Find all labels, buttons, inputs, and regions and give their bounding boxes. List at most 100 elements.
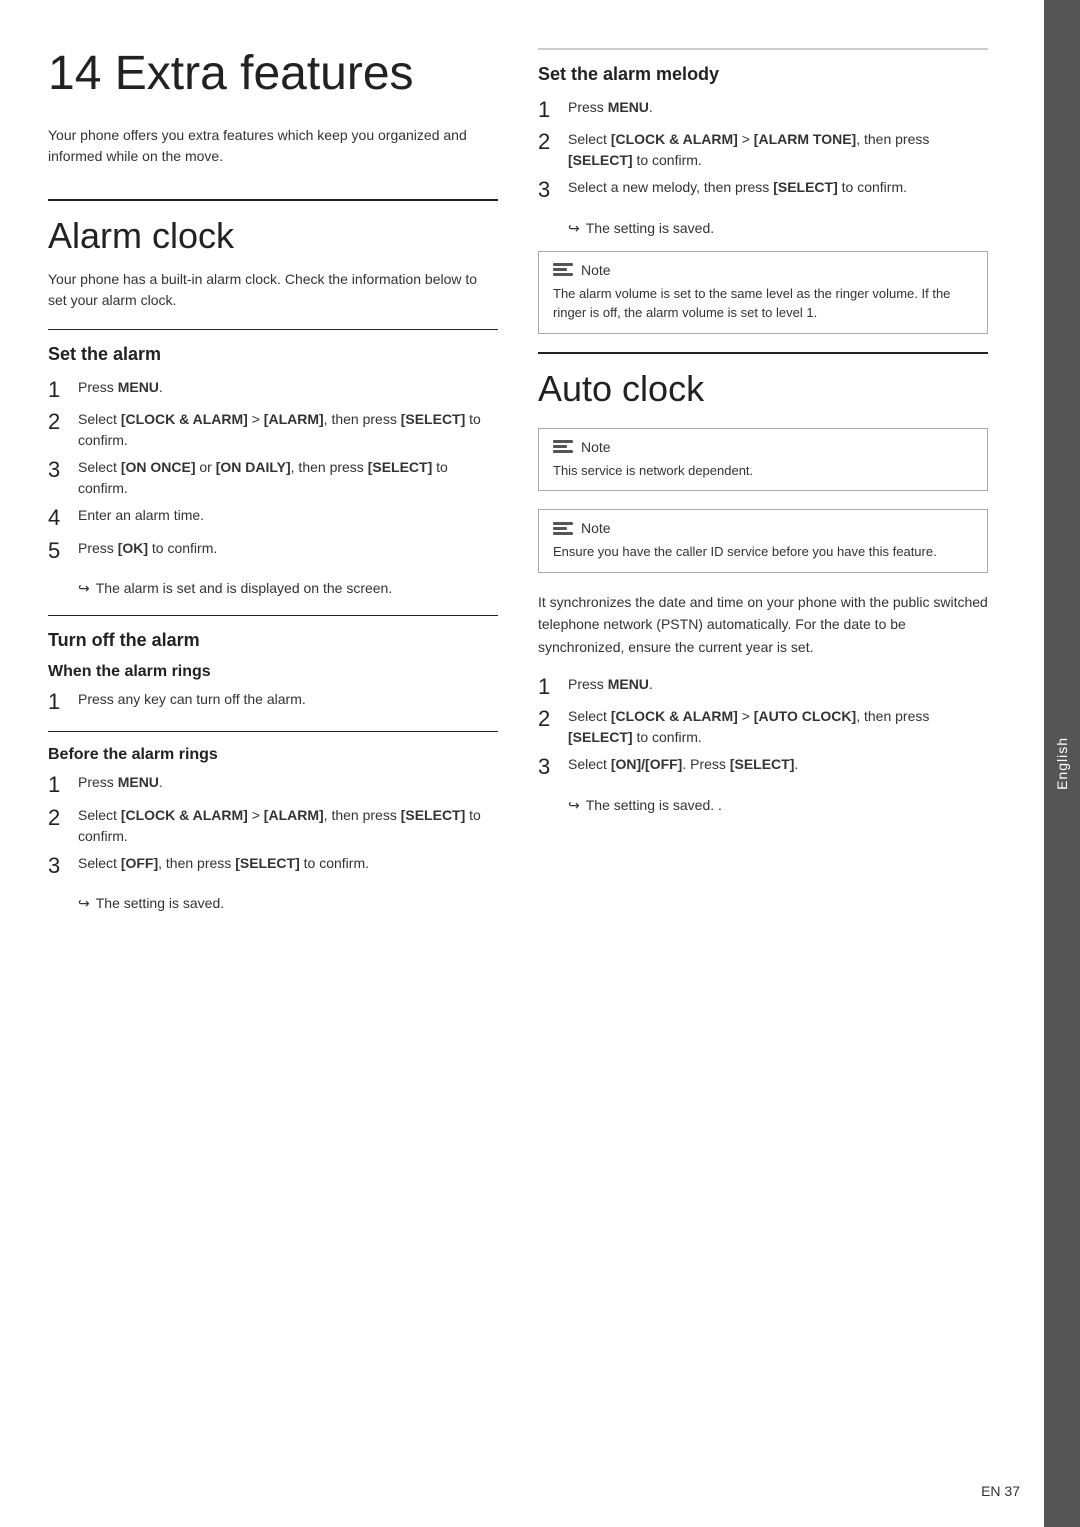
note-icon-bar — [553, 527, 567, 530]
alarm-clock-intro: Your phone has a built-in alarm clock. C… — [48, 269, 498, 311]
divider-set-alarm — [48, 329, 498, 330]
set-alarm-melody-heading: Set the alarm melody — [538, 64, 988, 85]
step-item: 3 Select [ON ONCE] or [ON DAILY], then p… — [48, 457, 498, 499]
step-text: Press MENU. — [568, 674, 988, 695]
step-number: 1 — [48, 772, 68, 798]
before-alarm-rings-steps: 1 Press MENU. 2 Select [CLOCK & ALARM] >… — [48, 772, 498, 879]
note-header: Note — [553, 520, 973, 536]
step-item: 2 Select [CLOCK & ALARM] > [ALARM TONE],… — [538, 129, 988, 171]
step-number: 3 — [538, 177, 558, 203]
note-icon-bar — [553, 532, 573, 535]
set-alarm-result: ↪ The alarm is set and is displayed on t… — [78, 580, 498, 597]
page-footer: EN 37 — [981, 1483, 1020, 1499]
chapter-title-text: Extra features — [115, 47, 414, 100]
arrow-icon: ↪ — [78, 580, 90, 597]
arrow-icon: ↪ — [568, 220, 580, 237]
step-item: 1 Press MENU. — [538, 674, 988, 700]
step-number: 4 — [48, 505, 68, 531]
result-text: The setting is saved. — [96, 895, 224, 911]
result-text: The setting is saved. — [586, 220, 714, 236]
set-alarm-melody-steps: 1 Press MENU. 2 Select [CLOCK & ALARM] >… — [538, 97, 988, 204]
auto-clock-note1-box: Note This service is network dependent. — [538, 428, 988, 492]
note-icon-bar — [553, 263, 573, 266]
note-text: This service is network dependent. — [553, 461, 973, 481]
step-number: 2 — [48, 805, 68, 831]
step-item: 5 Press [OK] to confirm. — [48, 538, 498, 564]
step-number: 2 — [538, 706, 558, 732]
arrow-icon: ↪ — [568, 797, 580, 814]
when-alarm-rings-heading: When the alarm rings — [48, 663, 498, 681]
before-alarm-rings-heading: Before the alarm rings — [48, 746, 498, 764]
step-item: 4 Enter an alarm time. — [48, 505, 498, 531]
step-text: Press MENU. — [568, 97, 988, 118]
melody-result: ↪ The setting is saved. — [568, 220, 988, 237]
step-item: 1 Press MENU. — [48, 377, 498, 403]
step-text: Press [OK] to confirm. — [78, 538, 498, 559]
step-item: 1 Press any key can turn off the alarm. — [48, 689, 498, 715]
step-text: Select [CLOCK & ALARM] > [ALARM], then p… — [78, 409, 498, 451]
auto-clock-body: It synchronizes the date and time on you… — [538, 591, 988, 658]
step-text: Select [CLOCK & ALARM] > [AUTO CLOCK], t… — [568, 706, 988, 748]
chapter-number: 14 — [48, 47, 101, 100]
result-text: The setting is saved. . — [586, 797, 722, 813]
alarm-clock-title: Alarm clock — [48, 199, 498, 257]
arrow-icon: ↪ — [78, 895, 90, 912]
when-alarm-rings-steps: 1 Press any key can turn off the alarm. — [48, 689, 498, 715]
right-column: Set the alarm melody 1 Press MENU. 2 Sel… — [538, 48, 988, 912]
step-text: Select a new melody, then press [SELECT]… — [568, 177, 988, 198]
turn-off-heading: Turn off the alarm — [48, 630, 498, 651]
side-tab: English — [1044, 0, 1080, 1527]
result-text: The alarm is set and is displayed on the… — [96, 580, 393, 596]
note-icon-bar — [553, 522, 573, 525]
step-text: Select [ON]/[OFF]. Press [SELECT]. — [568, 754, 988, 775]
note-text: The alarm volume is set to the same leve… — [553, 284, 973, 323]
note-label: Note — [581, 439, 611, 455]
main-content: 14 Extra features Your phone offers you … — [0, 0, 1044, 960]
step-number: 5 — [48, 538, 68, 564]
chapter-title: 14 Extra features — [48, 48, 498, 101]
note-icon-bar — [553, 450, 573, 453]
step-number: 1 — [48, 689, 68, 715]
note-icon-bar — [553, 268, 567, 271]
step-text: Press MENU. — [78, 377, 498, 398]
note-label: Note — [581, 520, 611, 536]
step-number: 3 — [48, 457, 68, 483]
step-text: Select [CLOCK & ALARM] > [ALARM], then p… — [78, 805, 498, 847]
step-text: Select [ON ONCE] or [ON DAILY], then pre… — [78, 457, 498, 499]
note-icon-bar — [553, 273, 573, 276]
set-alarm-heading: Set the alarm — [48, 344, 498, 365]
auto-clock-steps: 1 Press MENU. 2 Select [CLOCK & ALARM] >… — [538, 674, 988, 781]
step-item: 3 Select [ON]/[OFF]. Press [SELECT]. — [538, 754, 988, 780]
alarm-volume-note-box: Note The alarm volume is set to the same… — [538, 251, 988, 334]
divider-before-rings — [48, 731, 498, 732]
note-header: Note — [553, 439, 973, 455]
step-item: 1 Press MENU. — [538, 97, 988, 123]
note-label: Note — [581, 262, 611, 278]
left-column: 14 Extra features Your phone offers you … — [48, 48, 498, 912]
step-item: 3 Select a new melody, then press [SELEC… — [538, 177, 988, 203]
step-number: 2 — [538, 129, 558, 155]
note-icon-bar — [553, 440, 573, 443]
note-icon — [553, 440, 573, 453]
divider-turn-off — [48, 615, 498, 616]
step-item: 3 Select [OFF], then press [SELECT] to c… — [48, 853, 498, 879]
step-item: 1 Press MENU. — [48, 772, 498, 798]
step-number: 3 — [48, 853, 68, 879]
step-number: 1 — [48, 377, 68, 403]
step-item: 2 Select [CLOCK & ALARM] > [ALARM], then… — [48, 409, 498, 451]
chapter-intro: Your phone offers you extra features whi… — [48, 125, 498, 167]
step-text: Press MENU. — [78, 772, 498, 793]
page-number: EN 37 — [981, 1483, 1020, 1499]
note-icon — [553, 263, 573, 276]
step-text: Select [OFF], then press [SELECT] to con… — [78, 853, 498, 874]
before-alarm-result: ↪ The setting is saved. — [78, 895, 498, 912]
set-alarm-steps: 1 Press MENU. 2 Select [CLOCK & ALARM] >… — [48, 377, 498, 564]
step-text: Select [CLOCK & ALARM] > [ALARM TONE], t… — [568, 129, 988, 171]
auto-clock-result: ↪ The setting is saved. . — [568, 797, 988, 814]
right-column-top-divider — [538, 48, 988, 50]
step-text: Press any key can turn off the alarm. — [78, 689, 498, 710]
step-number: 1 — [538, 97, 558, 123]
auto-clock-note2-box: Note Ensure you have the caller ID servi… — [538, 509, 988, 573]
note-text: Ensure you have the caller ID service be… — [553, 542, 973, 562]
step-text: Enter an alarm time. — [78, 505, 498, 526]
